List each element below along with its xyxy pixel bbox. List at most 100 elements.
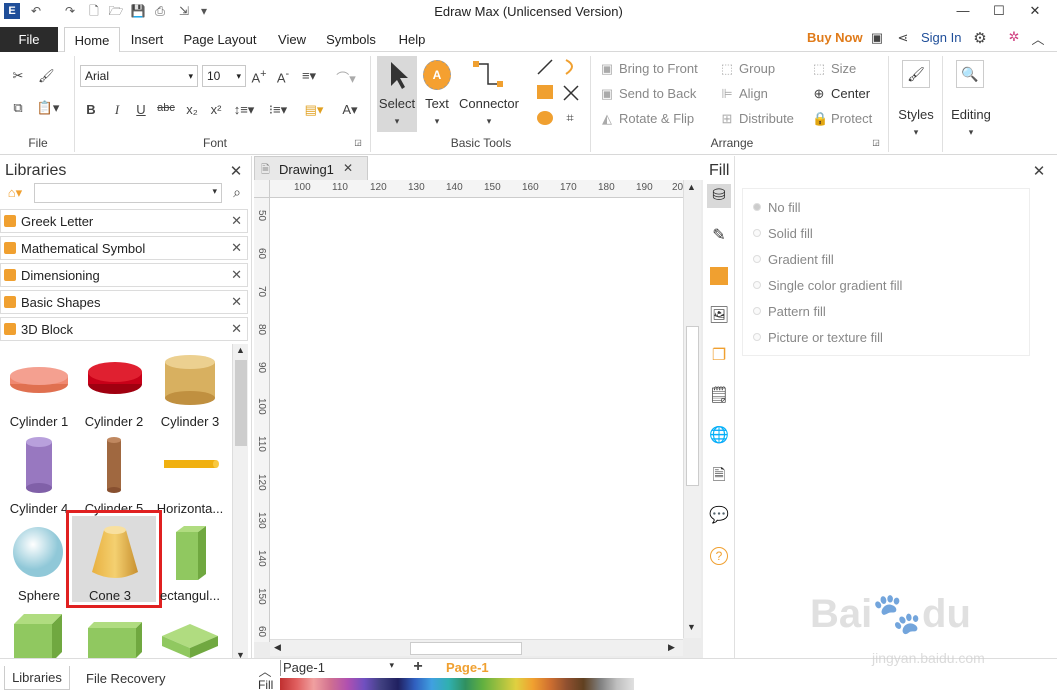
scroll-up-icon[interactable]: ▲ bbox=[236, 345, 245, 355]
vertical-scrollbar[interactable]: ▲ ▼ bbox=[683, 180, 701, 638]
fill-radio-single-gradient[interactable] bbox=[753, 281, 761, 289]
scroll-down-icon[interactable]: ▼ bbox=[687, 622, 696, 632]
close-window-button[interactable]: ✕ bbox=[1018, 0, 1052, 22]
fill-radio-picture[interactable] bbox=[753, 333, 761, 341]
cylinder-5-shape[interactable] bbox=[104, 436, 124, 497]
cross-tool-icon[interactable] bbox=[562, 84, 580, 105]
add-page-icon[interactable]: + bbox=[410, 658, 426, 676]
attachment-icon[interactable]: 🗎 bbox=[707, 464, 731, 488]
close-icon[interactable]: ✕ bbox=[1032, 162, 1046, 180]
cylinder-4-shape[interactable] bbox=[24, 436, 54, 497]
fill-option-pattern[interactable]: Pattern fill bbox=[768, 304, 826, 319]
send-to-back-button[interactable]: Send to Back bbox=[619, 86, 696, 101]
libraries-bottom-tab[interactable]: Libraries bbox=[4, 666, 70, 690]
superscript-icon[interactable]: x² bbox=[208, 102, 224, 117]
text-tool-label[interactable]: Text bbox=[420, 96, 454, 111]
fill-option-single-gradient[interactable]: Single color gradient fill bbox=[768, 278, 902, 293]
cylinder-2-shape[interactable] bbox=[86, 356, 144, 401]
scrollbar-thumb[interactable] bbox=[686, 326, 699, 486]
bring-to-front-button[interactable]: Bring to Front bbox=[619, 61, 698, 76]
fill-icon[interactable]: ⛁ bbox=[707, 184, 731, 208]
fill-radio-pattern[interactable] bbox=[753, 307, 761, 315]
center-button[interactable]: Center bbox=[831, 86, 870, 101]
scroll-right-icon[interactable]: ▶ bbox=[668, 642, 675, 653]
tab-symbols[interactable]: Symbols bbox=[322, 27, 380, 52]
connector-tool-label[interactable]: Connector bbox=[458, 96, 520, 111]
search-icon[interactable]: ⌕ bbox=[229, 184, 245, 201]
size-button[interactable]: Size bbox=[831, 61, 856, 76]
box-shape[interactable] bbox=[86, 618, 144, 663]
help-icon[interactable]: ? bbox=[707, 544, 731, 568]
italic-icon[interactable]: I bbox=[110, 102, 124, 118]
cone-3-shape[interactable] bbox=[90, 522, 140, 587]
tab-home[interactable]: Home bbox=[64, 27, 120, 52]
library-dimensioning[interactable]: Dimensioning ✕ bbox=[0, 263, 248, 287]
account-icon[interactable]: ▣ bbox=[869, 30, 885, 46]
share-icon[interactable]: ⋖ bbox=[895, 30, 911, 46]
library-3d-block[interactable]: 3D Block ✕ bbox=[0, 317, 248, 341]
library-greek-letter[interactable]: Greek Letter ✕ bbox=[0, 209, 248, 233]
shrink-font-icon[interactable]: A- bbox=[274, 68, 292, 85]
image-icon[interactable]: 🖼 bbox=[707, 304, 731, 328]
close-icon[interactable]: ✕ bbox=[343, 161, 353, 175]
document-tab[interactable]: 🗎 Drawing1 ✕ bbox=[254, 156, 368, 180]
horizontal-scrollbar[interactable]: ◀ ▶ bbox=[270, 639, 683, 656]
collapse-ribbon-icon[interactable]: ︿ bbox=[1030, 29, 1046, 48]
minimize-button[interactable]: — bbox=[946, 0, 980, 22]
sphere-shape[interactable] bbox=[12, 526, 64, 581]
library-search-input[interactable]: ▾ bbox=[34, 183, 222, 203]
grow-font-icon[interactable]: A+ bbox=[250, 68, 268, 85]
font-color-icon[interactable]: A▾ bbox=[338, 102, 362, 118]
sign-in-link[interactable]: Sign In bbox=[921, 30, 961, 45]
settings-gear-icon[interactable]: ⚙ bbox=[970, 29, 990, 47]
scroll-left-icon[interactable]: ◀ bbox=[274, 642, 281, 653]
rectangle-tool-icon[interactable] bbox=[537, 85, 553, 99]
line-style-icon[interactable]: ✎ bbox=[707, 224, 731, 248]
subscript-icon[interactable]: x₂ bbox=[184, 102, 200, 117]
globe-icon[interactable]: 🌐 bbox=[707, 424, 731, 448]
close-icon[interactable]: ✕ bbox=[231, 321, 242, 337]
home-icon[interactable]: ⌂▾ bbox=[4, 185, 26, 201]
styles-button[interactable]: Styles bbox=[894, 107, 938, 122]
underline-icon[interactable]: U bbox=[134, 102, 148, 117]
font-family-select[interactable]: Arial ▾ bbox=[80, 65, 198, 87]
close-icon[interactable]: ✕ bbox=[231, 294, 242, 310]
library-basic-shapes[interactable]: Basic Shapes ✕ bbox=[0, 290, 248, 314]
horizontal-cylinder-shape[interactable] bbox=[160, 456, 220, 475]
scrollbar-thumb[interactable] bbox=[410, 642, 522, 655]
line-tool-icon[interactable] bbox=[536, 58, 554, 79]
protect-button[interactable]: Protect bbox=[831, 111, 872, 126]
text-path-icon[interactable]: ⌒▾ bbox=[334, 68, 358, 87]
format-painter-icon[interactable]: 🖌 bbox=[38, 68, 55, 84]
scroll-up-icon[interactable]: ▲ bbox=[687, 182, 696, 192]
fill-radio-gradient[interactable] bbox=[753, 255, 761, 263]
ellipse-tool-icon[interactable] bbox=[537, 111, 553, 125]
layers-icon[interactable]: ❐ bbox=[707, 344, 731, 368]
page-properties-icon[interactable]: 🗒 bbox=[707, 384, 731, 408]
fill-radio-solid[interactable] bbox=[753, 229, 761, 237]
arc-tool-icon[interactable] bbox=[562, 58, 580, 79]
align-button[interactable]: Align bbox=[739, 86, 768, 101]
library-mathematical-symbol[interactable]: Mathematical Symbol ✕ bbox=[0, 236, 248, 260]
bullets-icon[interactable]: ⁝≡▾ bbox=[266, 102, 290, 118]
fill-option-gradient[interactable]: Gradient fill bbox=[768, 252, 834, 267]
rectangular-block-shape[interactable] bbox=[172, 524, 208, 585]
font-size-select[interactable]: 10 ▾ bbox=[202, 65, 246, 87]
paste-icon[interactable]: 📋▾ bbox=[36, 100, 60, 116]
close-icon[interactable]: ✕ bbox=[231, 213, 242, 229]
maximize-button[interactable]: ☐ bbox=[982, 0, 1016, 22]
fill-option-picture[interactable]: Picture or texture fill bbox=[768, 330, 883, 345]
font-dialog-launcher-icon[interactable]: ◲ bbox=[354, 138, 362, 147]
close-icon[interactable]: ✕ bbox=[231, 240, 242, 256]
cylinder-1-shape[interactable] bbox=[8, 360, 70, 399]
tab-help[interactable]: Help bbox=[392, 27, 432, 52]
text-tool-icon[interactable]: A bbox=[423, 60, 451, 90]
shadow-color-icon[interactable] bbox=[710, 267, 728, 285]
distribute-button[interactable]: Distribute bbox=[739, 111, 794, 126]
connector-tool-icon[interactable] bbox=[472, 60, 504, 93]
crop-tool-icon[interactable]: ⌗ bbox=[562, 110, 578, 126]
scrollbar-thumb[interactable] bbox=[235, 360, 247, 446]
page-tab[interactable]: Page-1 bbox=[446, 660, 489, 675]
slab-shape[interactable] bbox=[160, 620, 220, 663]
tab-insert[interactable]: Insert bbox=[124, 27, 170, 52]
